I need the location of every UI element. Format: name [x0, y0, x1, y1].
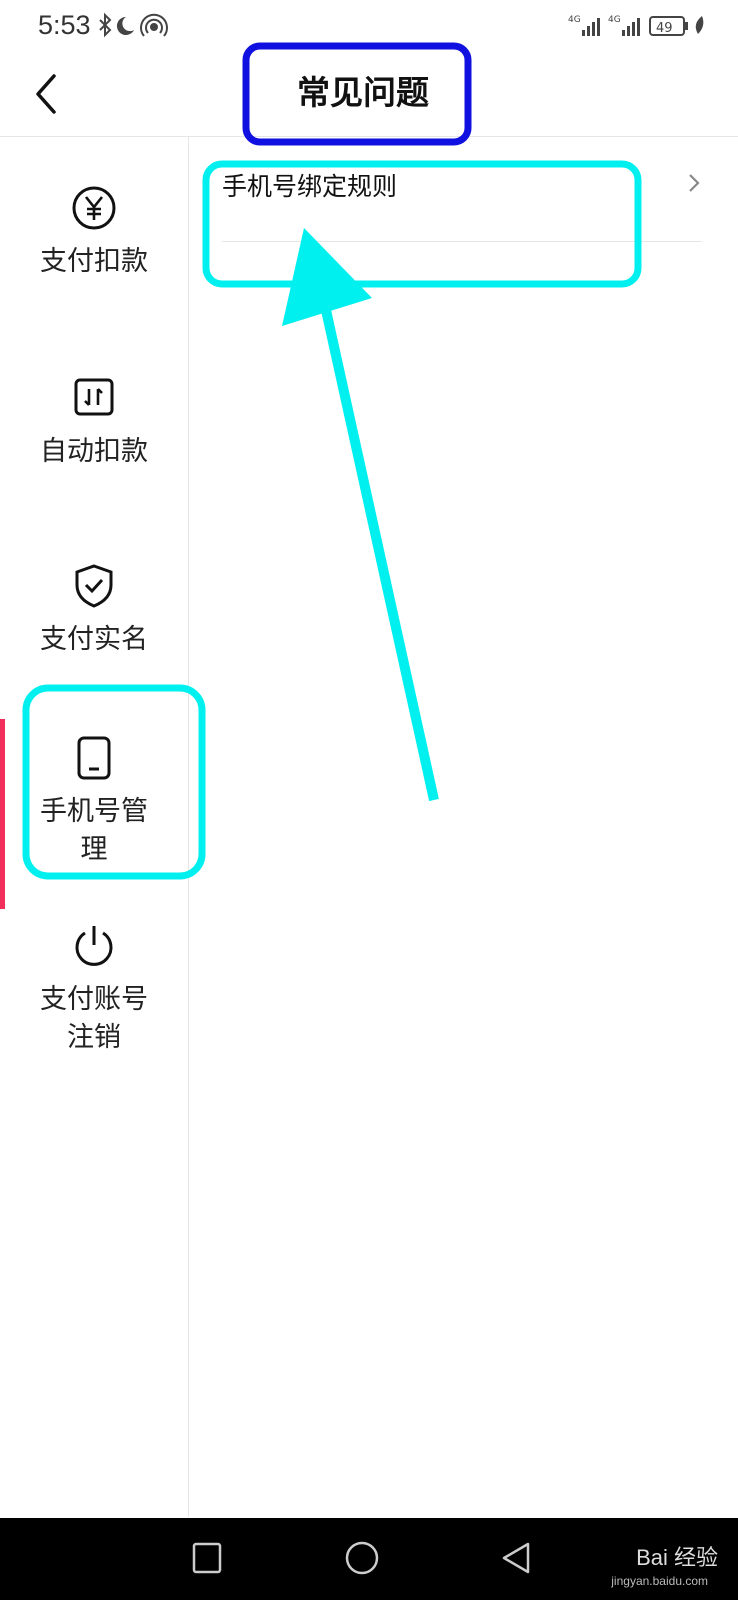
bluetooth-icon	[99, 12, 112, 38]
svg-text:4G: 4G	[568, 15, 581, 25]
sidebar-item-label: 支付账号注销	[40, 984, 148, 1053]
annotation-arrow-head	[282, 228, 372, 326]
status-time: 5:53	[38, 10, 91, 40]
battery-level: 49	[656, 21, 673, 36]
page-title: 常见问题	[297, 73, 429, 112]
chevron-left-icon	[36, 74, 56, 114]
svg-text:4G: 4G	[608, 15, 621, 25]
sidebar-item-account-cancel[interactable]: 支付账号注销	[0, 923, 188, 1057]
sidebar-item-label: 手机号管理	[40, 796, 148, 865]
phone-icon	[77, 736, 111, 780]
signal-icon-1: 4G	[568, 15, 600, 36]
status-left-icons	[99, 12, 168, 38]
yen-icon	[72, 186, 116, 230]
system-nav-bar: Bai 经验 jingyan.baidu.com	[0, 1518, 738, 1600]
sidebar: 支付扣款 自动扣款 支付实名 手机号管理 支付账号注销	[0, 137, 189, 1517]
back-nav-button	[502, 1542, 530, 1574]
chevron-right-icon	[689, 174, 700, 192]
watermark-url: jingyan.baidu.com	[611, 1574, 708, 1588]
watermark-logo: Bai 经验	[636, 1545, 718, 1570]
home-button	[345, 1541, 379, 1575]
sidebar-item-real-name[interactable]: 支付实名	[0, 563, 188, 659]
sidebar-item-label: 支付扣款	[40, 246, 148, 277]
faq-item[interactable]: 手机号绑定规则	[222, 167, 702, 242]
header: 常见问题	[0, 54, 738, 137]
status-bar: 5:53 4G 4G 49	[0, 0, 738, 54]
recents-button	[192, 1542, 222, 1574]
annotation-arrow-shaft	[317, 290, 439, 802]
signal-icon-2: 4G	[608, 15, 640, 36]
faq-item-label: 手机号绑定规则	[222, 172, 398, 201]
power-icon	[75, 926, 113, 966]
status-right-icons: 4G 4G 49	[568, 15, 704, 36]
sidebar-item-auto-deduction[interactable]: 自动扣款	[0, 375, 188, 471]
leaf-icon	[695, 16, 704, 34]
sidebar-item-payment-deduction[interactable]: 支付扣款	[0, 185, 188, 281]
sidebar-item-label: 支付实名	[40, 624, 148, 655]
sidebar-item-phone-management[interactable]: 手机号管理	[0, 735, 188, 869]
sidebar-item-label: 自动扣款	[40, 436, 148, 467]
moon-icon	[116, 16, 134, 35]
hotspot-icon	[140, 13, 168, 37]
auto-deduct-icon	[74, 378, 114, 416]
back-button[interactable]	[28, 72, 68, 116]
shield-check-icon	[75, 564, 113, 608]
